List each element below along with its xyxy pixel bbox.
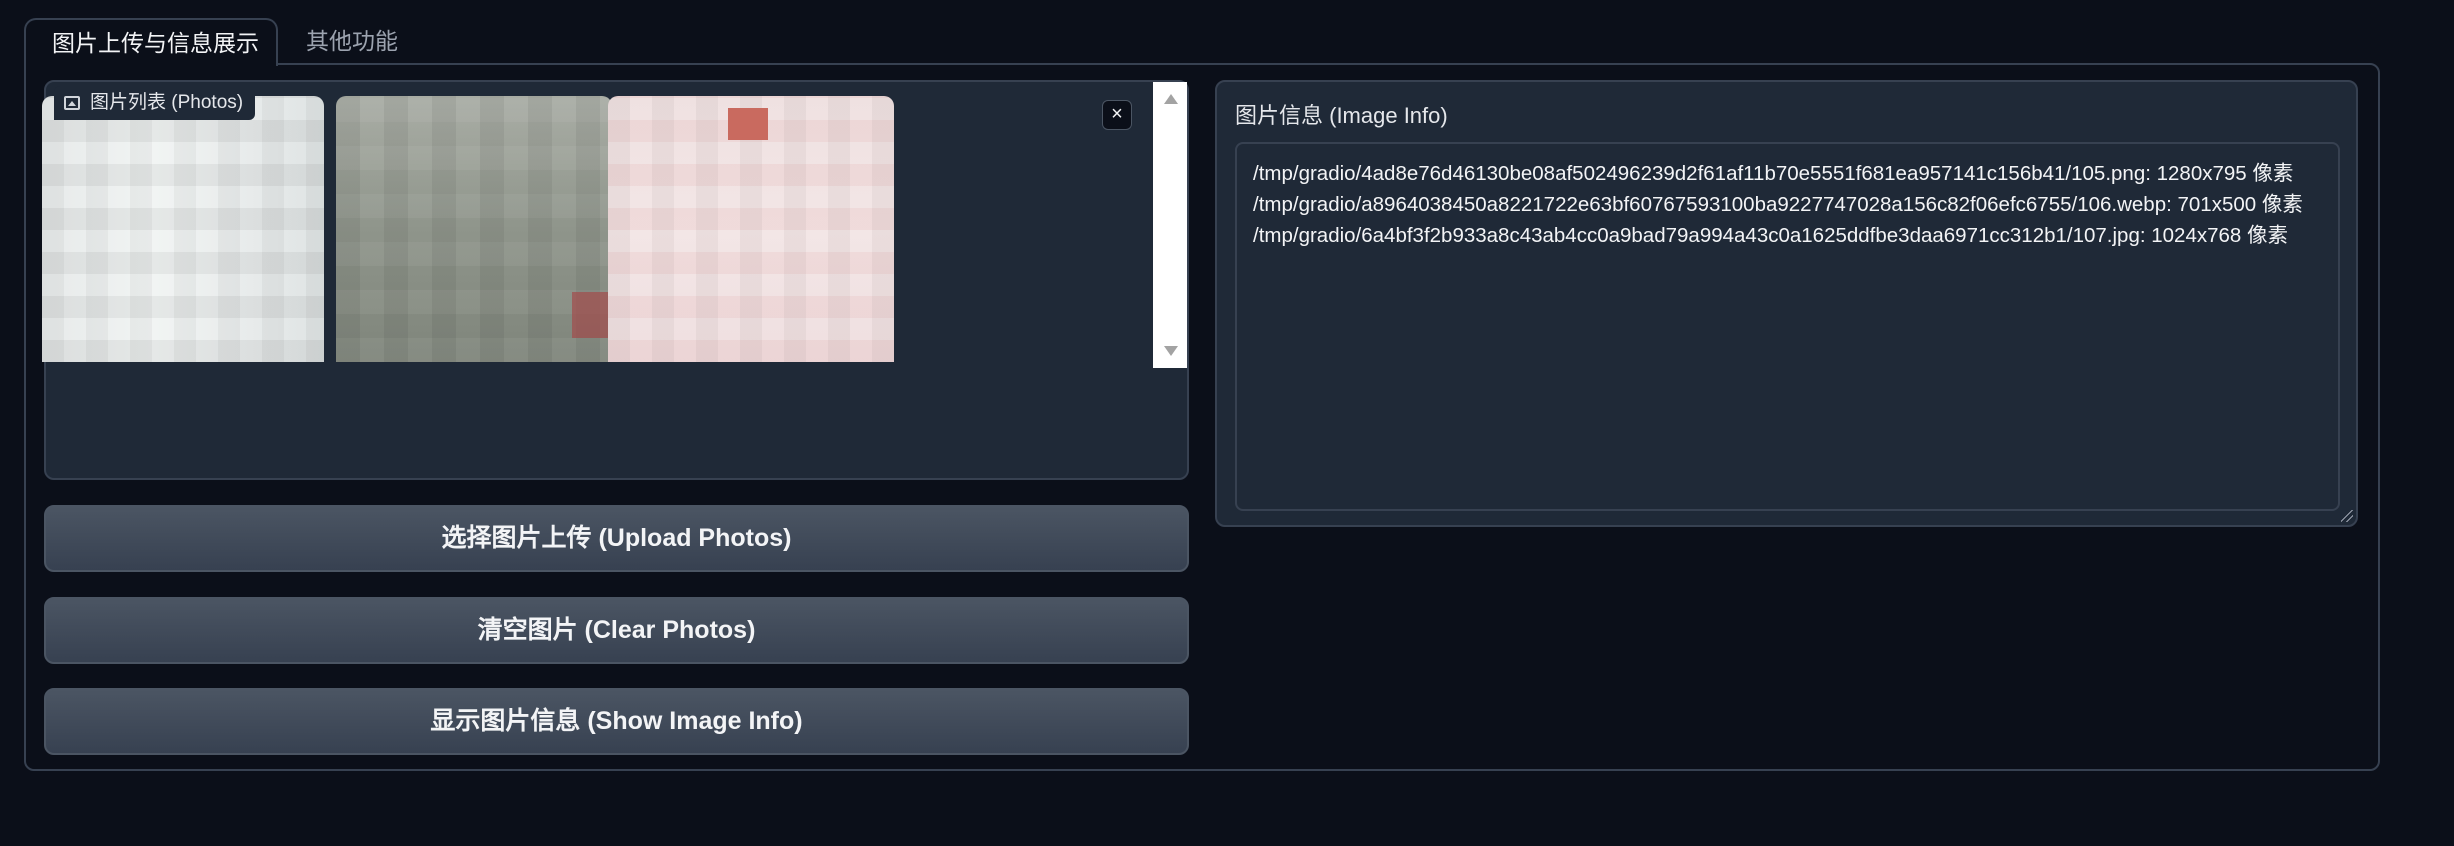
gallery-thumbnail-1[interactable]: [42, 96, 324, 362]
tab-other-functions[interactable]: 其他功能: [280, 18, 424, 64]
image-info-textarea[interactable]: /tmp/gradio/4ad8e76d46130be08af502496239…: [1235, 142, 2340, 511]
clear-photos-button[interactable]: 清空图片 (Clear Photos): [44, 597, 1189, 664]
gallery-scrollbar[interactable]: [1153, 82, 1187, 368]
gallery-thumbnails: [42, 96, 896, 362]
gallery-label: 图片列表 (Photos): [54, 86, 256, 120]
gallery-thumbnail-2[interactable]: [336, 96, 612, 362]
gallery-thumbnail-3[interactable]: [608, 96, 894, 362]
tab-upload-info[interactable]: 图片上传与信息展示: [24, 18, 278, 66]
scroll-down-icon[interactable]: [1164, 346, 1178, 356]
image-info-box: 图片信息 (Image Info) /tmp/gradio/4ad8e76d46…: [1215, 80, 2358, 527]
show-image-info-button[interactable]: 显示图片信息 (Show Image Info): [44, 688, 1189, 755]
scroll-up-icon[interactable]: [1164, 94, 1178, 104]
close-icon[interactable]: ×: [1102, 100, 1132, 130]
image-info-label: 图片信息 (Image Info): [1235, 103, 1448, 128]
resize-handle-icon[interactable]: [2341, 510, 2353, 522]
upload-photos-button[interactable]: 选择图片上传 (Upload Photos): [44, 505, 1189, 572]
image-icon: [64, 96, 80, 110]
photo-gallery: 图片列表 (Photos): [42, 80, 1189, 480]
gallery-label-text: 图片列表 (Photos): [90, 92, 244, 113]
